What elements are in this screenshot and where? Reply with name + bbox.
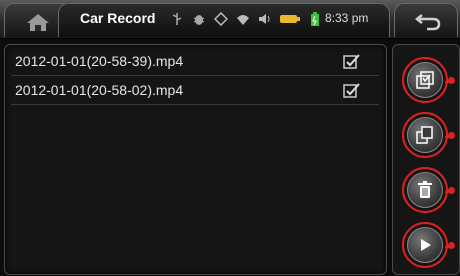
callout-dot [448, 187, 455, 194]
file-row[interactable]: 2012-01-01(20-58-02).mp4 [11, 76, 379, 105]
back-icon [414, 14, 441, 31]
play-icon [421, 239, 431, 251]
callout-dot [448, 77, 455, 84]
checkbox-icon[interactable] [343, 53, 361, 69]
callout-dot [448, 242, 455, 249]
trash-icon [418, 181, 432, 198]
charging-battery-icon [308, 12, 322, 26]
title-bar: Car Record 8:33 pm [0, 0, 460, 39]
action-sidebar [392, 44, 460, 275]
select-all-button[interactable] [402, 57, 448, 103]
file-name: 2012-01-01(20-58-02).mp4 [15, 82, 184, 98]
play-button[interactable] [402, 222, 448, 268]
status-icons [170, 8, 322, 30]
page-title: Car Record [80, 10, 156, 26]
battery-icon [280, 12, 300, 26]
volume-icon [258, 12, 272, 26]
usb-icon [170, 12, 184, 26]
callout-dot [448, 132, 455, 139]
clock-time: 8:33 pm [325, 11, 369, 25]
checkbox-icon[interactable] [343, 82, 361, 98]
copy-button[interactable] [402, 112, 448, 158]
copy-icon [416, 126, 433, 144]
file-name: 2012-01-01(20-58-39).mp4 [15, 53, 184, 69]
delete-button[interactable] [402, 167, 448, 213]
file-row[interactable]: 2012-01-01(20-58-39).mp4 [11, 47, 379, 76]
back-button[interactable] [394, 3, 458, 37]
gps-icon [214, 12, 228, 26]
file-list-panel: 2012-01-01(20-58-39).mp4 2012-01-01(20-5… [4, 44, 387, 275]
debug-bug-icon [192, 12, 206, 26]
select-all-icon [416, 71, 434, 89]
wifi-icon [236, 12, 250, 26]
